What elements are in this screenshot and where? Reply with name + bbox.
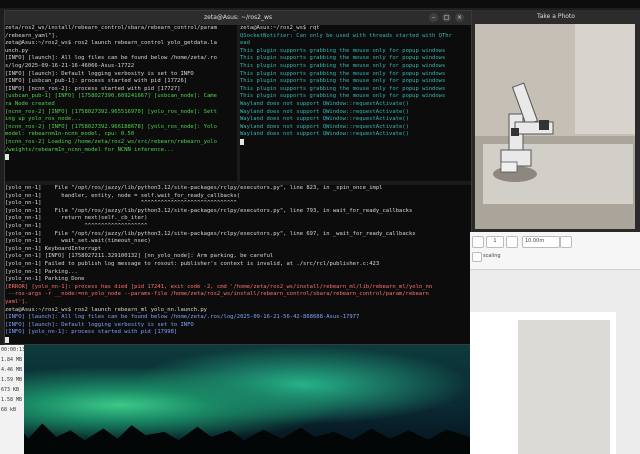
terminal-line: [yolo_nn-1] File "/opt/ros/jazzy/lib/pyt…	[5, 230, 416, 237]
terminal-line: This plugin supports grabbing the mouse …	[240, 70, 446, 77]
terminal-window[interactable]: zeta@Asus: ~/ros2_ws – □ × zeta/ros2_ws/…	[4, 10, 472, 345]
viewer-toolbar: 1 10.00m scaling	[470, 232, 640, 270]
monitor-value: 673 KB	[1, 387, 20, 393]
document-viewer-window[interactable]: 1 10.00m scaling	[470, 232, 640, 454]
terminal-line: [INFO] [yolo_nn-1]: process started with…	[5, 329, 178, 336]
terminal-line: yaml'].	[5, 298, 29, 305]
terminal-cursor	[240, 138, 244, 145]
terminal-titlebar[interactable]: zeta@Asus: ~/ros2_ws – □ ×	[5, 11, 471, 25]
terminal-line: [yolo_nn-1] ^^^^^^^^^^^^^^^^^^^	[5, 222, 148, 229]
terminal-line: /rebearn_yaml"].	[5, 32, 58, 39]
camera-preview	[475, 24, 635, 229]
monitor-value: 1.84 MB	[1, 357, 23, 363]
scaling-checkbox[interactable]	[472, 252, 482, 262]
terminal-line: ing up yolo_ros_node...	[5, 116, 82, 123]
monitor-value: 1.58 MB	[1, 397, 23, 403]
terminal-line: [yolo_nn-1] [INFO] [1758027211.329100132…	[5, 253, 274, 260]
monitor-value: 00:00:13	[1, 347, 26, 353]
terminal-line: Wayland does not support QWindow::reques…	[240, 100, 409, 107]
camera-window-title[interactable]: Take a Photo	[472, 10, 640, 24]
terminal-line: [ERROR] [yolo_nn-1]: process has died [p…	[5, 283, 433, 290]
terminal-line: This plugin supports grabbing the mouse …	[240, 78, 446, 85]
terminal-line: [yolo_nn-1] Parking Done	[5, 276, 85, 283]
terminal-line: Wayland does not support QWindow::reques…	[240, 131, 409, 138]
page-back-button[interactable]	[472, 236, 484, 248]
terminal-line: [INFO] [usbcan_pub-1]: process started w…	[5, 78, 188, 85]
terminal-line: unch.py	[5, 47, 29, 54]
terminal-line: This plugin supports grabbing the mouse …	[240, 55, 446, 62]
terminal-line: QSocketNotifier: Can only be used with t…	[240, 32, 452, 39]
terminal-line: [yolo_nn-1] Parking...	[5, 268, 78, 275]
terminal-line: [INFO] [launch]: Default logging verbosi…	[5, 321, 194, 328]
desktop-top-bar	[0, 0, 640, 8]
terminal-line: /weights/rebearm1n_ncnn_model for NCNN i…	[5, 146, 174, 153]
terminal-line: [ncnn_ros-2] Loading /home/zeta/ros2_ws/…	[5, 138, 217, 145]
terminal-line: zeta/ros2_ws/install/rebearn_control/sba…	[5, 25, 217, 31]
page-number-input[interactable]: 1	[486, 236, 504, 248]
scaling-label: scaling	[483, 253, 501, 259]
zoom-input[interactable]: 10.00m	[522, 236, 560, 248]
minimize-button[interactable]: –	[429, 13, 438, 22]
terminal-line: Wayland does not support QWindow::reques…	[240, 123, 409, 130]
terminal-cursor	[5, 336, 9, 343]
terminal-line: [usbcan_pub-1] [INFO] [1758027390.609241…	[5, 93, 217, 100]
terminal-line: This plugin supports grabbing the mouse …	[240, 62, 446, 69]
terminal-line: [yolo_nn-1] return next(self._cb_iter)	[5, 215, 148, 222]
maximize-button[interactable]: □	[442, 13, 451, 22]
terminal-line: ead	[240, 40, 250, 47]
system-monitor-panel: 00:00:13 1.84 MB 4.46 MB 1.59 MB 673 KB …	[0, 345, 26, 454]
terminal-title: zeta@Asus: ~/ros2_ws	[204, 14, 272, 21]
terminal-cursor	[5, 154, 9, 161]
page-forward-button[interactable]	[506, 236, 518, 248]
terminal-line: zeta@Asus:~/ros2_ws$ rqt	[240, 25, 320, 31]
camera-window[interactable]: Take a Photo	[472, 10, 640, 232]
terminal-line: [yolo_nn-1] ^^^^^^^^^^^^^^^^^^^^^^^^^^^^…	[5, 200, 237, 207]
terminal-pane-top-right[interactable]: zeta@Asus:~/ros2_ws$ rqt QSocketNotifier:…	[240, 25, 471, 181]
monitor-value: 1.59 MB	[1, 377, 23, 383]
robot-arm-image	[475, 24, 635, 229]
terminal-line: s/log/2025-09-16-21-16-46066-Asus-17722	[5, 62, 135, 69]
terminal-line: This plugin supports grabbing the mouse …	[240, 93, 446, 100]
zoom-dropdown-button[interactable]	[560, 236, 572, 248]
terminal-line: This plugin supports grabbing the mouse …	[240, 47, 446, 54]
terminal-line: ra Node created	[5, 100, 55, 107]
terminal-line: zeta@Asus:~/ros2_ws$ ros2 launch rebearn…	[5, 40, 217, 47]
terminal-line: model: rebearnm1n-ncnn_model, cpu: 0.50	[5, 131, 135, 138]
terminal-line: This plugin supports grabbing the mouse …	[240, 85, 446, 92]
terminal-line: [ncnn_ros-2] [INFO] [1758027392.96618867…	[5, 123, 217, 130]
terminal-line: [yolo_nn-1] wait_set.wait(timeout_nsec)	[5, 238, 151, 245]
close-button[interactable]: ×	[455, 13, 464, 22]
terminal-line: Wayland does not support QWindow::reques…	[240, 116, 409, 123]
terminal-line: [INFO] [launch]: All log files can be fo…	[5, 314, 360, 321]
terminal-line: [yolo_nn-1] File "/opt/ros/jazzy/lib/pyt…	[5, 207, 413, 214]
terminal-line: [INFO] [launch]: Default logging verbosi…	[5, 70, 194, 77]
viewer-image	[518, 320, 610, 454]
terminal-line: [INFO] [launch]: All log files can be fo…	[5, 55, 217, 62]
terminal-line: Wayland does not support QWindow::reques…	[240, 108, 409, 115]
terminal-line: --ros-args -r __node:=nn_yolo_node --par…	[5, 291, 429, 298]
terminal-line: [ncnn_ros-2] [INFO] [1758027392.96551697…	[5, 108, 217, 115]
terminal-line: [yolo_nn-1] Failed to publish log messag…	[5, 260, 380, 267]
terminal-line: [yolo_nn-1] handler, entity, node = self…	[5, 192, 241, 199]
terminal-line: [yolo_nn-1] File "/opt/ros/jazzy/lib/pyt…	[5, 185, 383, 191]
terminal-line: [yolo_nn-1] KeyboardInterrupt	[5, 245, 102, 252]
terminal-pane-bottom[interactable]: [yolo_nn-1] File "/opt/ros/jazzy/lib/pyt…	[5, 185, 471, 344]
terminal-line: [INFO] [ncnn_ros-2]: process started wit…	[5, 85, 181, 92]
terminal-pane-top-left[interactable]: zeta/ros2_ws/install/rebearn_control/sba…	[5, 25, 237, 181]
monitor-value: 4.46 MB	[1, 367, 23, 373]
monitor-value: 68 kB	[1, 407, 17, 413]
terminal-line: zeta@Asus:~/ros2_ws$ ros2 launch rebearn…	[5, 306, 207, 313]
